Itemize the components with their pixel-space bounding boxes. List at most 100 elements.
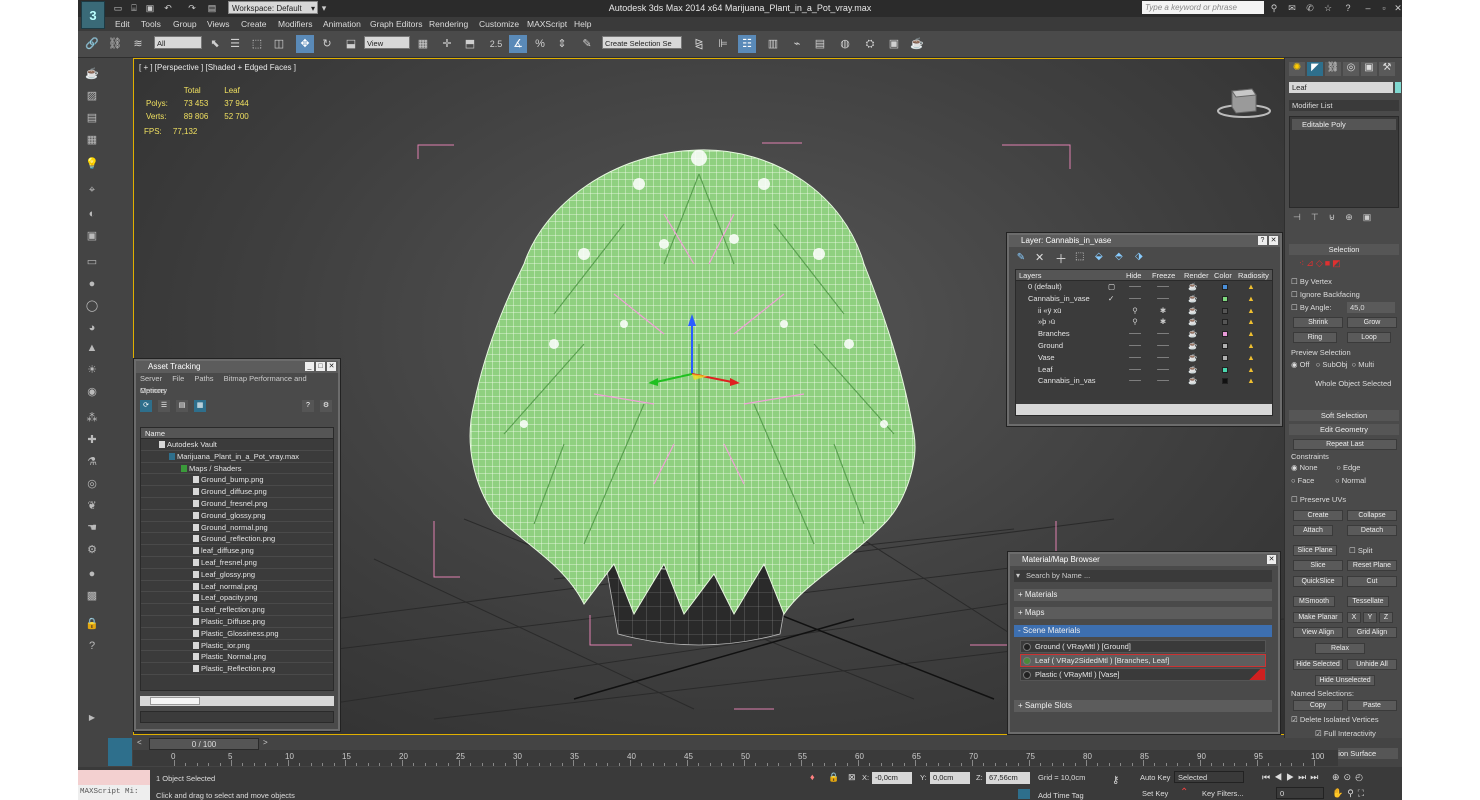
maximize-icon[interactable]: □ bbox=[316, 362, 325, 371]
column-render[interactable]: Render bbox=[1184, 270, 1209, 281]
mini-curve-editor-icon[interactable] bbox=[108, 738, 132, 766]
refresh-icon[interactable]: ⟳ bbox=[140, 400, 152, 412]
time-slider-prev-icon[interactable]: < bbox=[137, 738, 147, 750]
material-leaf[interactable]: Leaf ( VRay2SidedMtl ) [Branches, Leaf] bbox=[1020, 654, 1266, 667]
render-production-icon[interactable]: ☕ bbox=[908, 35, 926, 53]
binoculars-icon[interactable]: ⚲ bbox=[1268, 2, 1280, 14]
close-icon[interactable]: ✕ bbox=[327, 362, 336, 371]
hide-toggle-icon[interactable]: ⸺ bbox=[1128, 328, 1142, 340]
bones-icon[interactable]: ⚗ bbox=[84, 454, 100, 470]
add-to-layer-icon[interactable]: ＋ bbox=[1055, 250, 1067, 267]
teapot-small-icon[interactable]: ◕ bbox=[84, 320, 100, 336]
key-filters-button[interactable]: Key Filters... bbox=[1202, 789, 1244, 798]
y-coordinate-field[interactable]: 0,0cm bbox=[930, 772, 970, 784]
radiosity-toggle-icon[interactable]: ▲ bbox=[1244, 352, 1258, 364]
create-button[interactable]: Create bbox=[1293, 510, 1343, 521]
help-icon[interactable]: ? bbox=[1258, 236, 1267, 245]
current-frame-field[interactable]: 0 bbox=[1276, 787, 1324, 799]
render-toggle-icon[interactable]: ☕ bbox=[1186, 340, 1200, 352]
time-tag-icon[interactable] bbox=[1018, 789, 1030, 799]
z-coordinate-field[interactable]: 67,56cm bbox=[986, 772, 1030, 784]
layer-window-title[interactable]: Layer: Cannabis_in_vase ? ✕ bbox=[1009, 235, 1280, 247]
material-ground[interactable]: Ground ( VRayMtl ) [Ground] bbox=[1020, 640, 1266, 653]
material-plastic[interactable]: Plastic ( VRayMtl ) [Vase] bbox=[1020, 668, 1266, 681]
freeze-toggle-icon[interactable]: ✱ bbox=[1156, 316, 1170, 328]
help-icon[interactable]: ? bbox=[1342, 2, 1354, 14]
viewport-nav-icons[interactable]: ✋⚲⛶ bbox=[1332, 788, 1368, 799]
close-icon[interactable]: ✕ bbox=[1269, 236, 1278, 245]
layer-row[interactable]: »þ ›ü ⚲ ✱ ☕ ▲ bbox=[1016, 316, 1272, 328]
schematic-view-icon[interactable]: ▤ bbox=[811, 35, 829, 53]
named-selection-dropdown[interactable]: Create Selection Se bbox=[602, 36, 682, 49]
particles-icon[interactable]: ⁂ bbox=[84, 410, 100, 426]
graphite-ribbon-icon[interactable]: ▥ bbox=[764, 35, 782, 53]
menu-customize[interactable]: Customize bbox=[479, 19, 519, 29]
key-mode-dropdown[interactable]: Selected bbox=[1174, 771, 1244, 783]
select-by-name-icon[interactable]: ☰ bbox=[226, 35, 244, 53]
object-color-swatch[interactable] bbox=[1395, 82, 1401, 93]
split-checkbox[interactable]: ☐ Split bbox=[1349, 546, 1402, 555]
lock-selection-icon[interactable]: 🔒 bbox=[828, 772, 839, 783]
lock-icon[interactable]: 🔒 bbox=[84, 616, 100, 632]
link-icon[interactable]: 🔗 bbox=[83, 35, 101, 53]
radiosity-toggle-icon[interactable]: ▲ bbox=[1244, 375, 1258, 387]
select-object-icon[interactable]: ⬉ bbox=[206, 35, 224, 53]
freeze-all-icon[interactable]: ⬗ bbox=[1135, 251, 1143, 262]
close-icon[interactable]: ✕ bbox=[1267, 555, 1276, 564]
hide-unselected-button[interactable]: Hide Unselected bbox=[1315, 675, 1375, 686]
map-file-row[interactable]: Ground_diffuse.png bbox=[141, 486, 333, 498]
scale-icon[interactable]: ⬓ bbox=[342, 35, 360, 53]
utilities-tab-icon[interactable]: ⚒ bbox=[1379, 62, 1395, 76]
rect-selection-icon[interactable]: ⬚ bbox=[248, 35, 266, 53]
playback-controls[interactable]: ⏮◀▶⏭⏭ bbox=[1262, 772, 1322, 783]
menu-maxscript[interactable]: MAXScript bbox=[527, 19, 567, 29]
render-toggle-icon[interactable]: ☕ bbox=[1186, 316, 1200, 328]
rotate-icon[interactable]: ↻ bbox=[318, 35, 336, 53]
reference-coord-dropdown[interactable]: View bbox=[364, 36, 410, 49]
auto-key-button[interactable]: Auto Key bbox=[1140, 773, 1170, 782]
asset-path-field[interactable] bbox=[140, 711, 334, 723]
material-browser-title[interactable]: Material/Map Browser ✕ bbox=[1010, 554, 1278, 566]
map-file-row[interactable]: Plastic_Diffuse.png bbox=[141, 616, 333, 628]
render-toggle-icon[interactable]: ☕ bbox=[1186, 375, 1200, 387]
communication-icon[interactable]: ✆ bbox=[1304, 2, 1316, 14]
column-hide[interactable]: Hide bbox=[1126, 270, 1141, 281]
absolute-mode-icon[interactable]: ⊠ bbox=[848, 772, 856, 783]
maps-folder-row[interactable]: Maps / Shaders bbox=[141, 463, 333, 475]
bind-space-warp-icon[interactable]: ≋ bbox=[129, 35, 147, 53]
repeat-last-button[interactable]: Repeat Last bbox=[1293, 439, 1397, 450]
delete-layer-icon[interactable]: ✕ bbox=[1035, 251, 1044, 264]
active-layer-check-icon[interactable]: ✓ bbox=[1108, 293, 1114, 305]
freeze-toggle-icon[interactable]: ⸺ bbox=[1156, 364, 1170, 376]
hide-toggle-icon[interactable]: ⸺ bbox=[1128, 352, 1142, 364]
ignore-backfacing-checkbox[interactable]: ☐ Ignore Backfacing bbox=[1291, 290, 1401, 299]
list-view-icon[interactable]: ☰ bbox=[158, 400, 170, 412]
material-search-input[interactable]: Search by Name ... bbox=[1014, 570, 1272, 582]
group-materials[interactable]: + Materials bbox=[1014, 589, 1272, 601]
rollout-edit-geometry[interactable]: Edit Geometry bbox=[1289, 424, 1399, 435]
rollout-soft-selection[interactable]: Soft Selection bbox=[1289, 410, 1399, 421]
freeze-toggle-icon[interactable]: ⸺ bbox=[1156, 352, 1170, 364]
radiosity-toggle-icon[interactable]: ▲ bbox=[1244, 340, 1258, 352]
render-setup-icon[interactable]: ⛭ bbox=[861, 35, 879, 53]
hide-selected-button[interactable]: Hide Selected bbox=[1293, 659, 1343, 670]
mirror-icon[interactable]: ⧎ bbox=[690, 35, 708, 53]
map-file-row[interactable]: leaf_diffuse.png bbox=[141, 545, 333, 557]
group-scene-materials[interactable]: - Scene Materials bbox=[1014, 625, 1272, 637]
menu-rendering[interactable]: Rendering bbox=[429, 19, 468, 29]
modify-tab-icon[interactable]: ◤ bbox=[1307, 62, 1323, 76]
menu-help[interactable]: Help bbox=[574, 19, 591, 29]
menu-options[interactable]: Options bbox=[140, 386, 166, 395]
frame-ruler[interactable]: 0 5 10 15 20 25 30 35 40 45 50 55 60 65 70 75 80 85 90 95 10… bbox=[168, 752, 1328, 766]
layer-horizontal-scrollbar[interactable] bbox=[1016, 404, 1272, 415]
paste-button[interactable]: Paste bbox=[1347, 700, 1397, 711]
tessellate-button[interactable]: Tessellate bbox=[1347, 596, 1389, 607]
freeze-toggle-icon[interactable]: ⸺ bbox=[1156, 375, 1170, 387]
select-in-layer-icon[interactable]: ⬚ bbox=[1075, 251, 1084, 262]
teapot-icon[interactable]: ☕ bbox=[84, 66, 100, 82]
helper-icon[interactable]: ✚ bbox=[84, 432, 100, 448]
pivot-center-icon[interactable]: ▦ bbox=[414, 35, 432, 53]
search-input[interactable]: Type a keyword or phrase bbox=[1142, 1, 1264, 14]
globe-icon[interactable]: ◎ bbox=[84, 476, 100, 492]
unlink-icon[interactable]: ⛓ bbox=[106, 35, 124, 53]
